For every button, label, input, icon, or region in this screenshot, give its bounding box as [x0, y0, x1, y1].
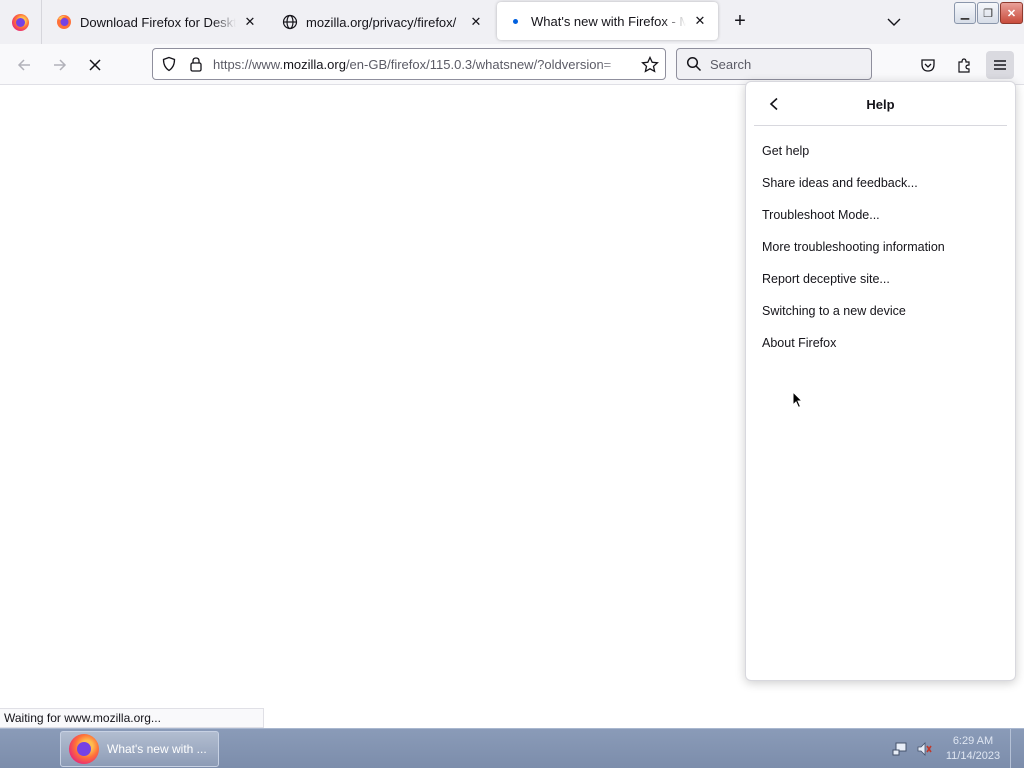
taskbar: What's new with ... 6:29 AM 11/14/2023: [0, 728, 1024, 768]
app-menu-hamburger-icon[interactable]: [986, 51, 1014, 79]
tab-close-icon[interactable]: ✕: [692, 13, 708, 29]
mouse-cursor-icon: [792, 390, 804, 409]
minimize-button[interactable]: ▁: [954, 2, 976, 24]
firefox-view-button[interactable]: [0, 0, 42, 44]
panel-title: Help: [866, 97, 895, 112]
maximize-button[interactable]: ❐: [977, 2, 999, 24]
tab-close-icon[interactable]: ✕: [468, 14, 484, 30]
stop-icon[interactable]: [82, 52, 108, 78]
search-input[interactable]: [710, 56, 860, 72]
url-text[interactable]: https://www.mozilla.org/en-GB/firefox/11…: [213, 57, 631, 72]
pocket-icon[interactable]: [914, 51, 942, 79]
menu-item-troubleshooting-info[interactable]: More troubleshooting information: [746, 231, 1015, 263]
bookmark-star-icon[interactable]: [641, 55, 659, 73]
tab-title: mozilla.org/privacy/firefox/: [306, 14, 457, 30]
menu-item-share-feedback[interactable]: Share ideas and feedback...: [746, 167, 1015, 199]
tab-title: Download Firefox for Desktop — Fi: [80, 14, 236, 30]
volume-muted-icon[interactable]: [916, 741, 932, 757]
network-icon[interactable]: [892, 741, 908, 757]
extensions-icon[interactable]: [950, 51, 978, 79]
show-desktop-button[interactable]: [1010, 729, 1024, 768]
tab-whats-new-active[interactable]: What's new with Firefox - More ✕: [497, 2, 718, 40]
clock-time: 6:29 AM: [952, 735, 994, 747]
help-menu-panel: Help Get help Share ideas and feedback..…: [745, 81, 1016, 681]
status-panel: Waiting for www.mozilla.org...: [0, 708, 264, 728]
menu-item-switch-device[interactable]: Switching to a new device: [746, 295, 1015, 327]
system-clock[interactable]: 6:29 AM 11/14/2023: [940, 734, 1006, 764]
search-icon: [686, 56, 702, 72]
firefox-icon: [12, 13, 29, 31]
firefox-icon: [69, 734, 99, 764]
menu-item-get-help[interactable]: Get help: [746, 135, 1015, 167]
taskbar-item-label: What's new with ...: [107, 742, 207, 756]
tab-title: What's new with Firefox - More: [531, 13, 686, 29]
navigation-toolbar: https://www.mozilla.org/en-GB/firefox/11…: [0, 44, 1024, 85]
clock-date: 11/14/2023: [945, 750, 1001, 762]
address-bar[interactable]: https://www.mozilla.org/en-GB/firefox/11…: [152, 48, 666, 80]
tab-close-icon[interactable]: ✕: [242, 14, 258, 30]
forward-icon[interactable]: [47, 52, 73, 78]
lock-icon[interactable]: [189, 56, 203, 72]
search-bar[interactable]: [676, 48, 872, 80]
globe-icon: [282, 14, 298, 30]
close-window-button[interactable]: ✕: [1000, 2, 1023, 24]
loading-dot-icon: [507, 13, 523, 29]
tab-download-firefox[interactable]: Download Firefox for Desktop — Fi ✕: [46, 0, 268, 44]
panel-header: Help: [754, 82, 1007, 126]
tab-strip: Download Firefox for Desktop — Fi ✕ mozi…: [0, 0, 1024, 44]
help-menu-list: Get help Share ideas and feedback... Tro…: [746, 126, 1015, 359]
menu-item-troubleshoot-mode[interactable]: Troubleshoot Mode...: [746, 199, 1015, 231]
tab-privacy-firefox[interactable]: mozilla.org/privacy/firefox/ ✕: [272, 0, 494, 44]
list-all-tabs-icon[interactable]: [885, 14, 903, 30]
menu-item-about-firefox[interactable]: About Firefox: [746, 327, 1015, 359]
back-icon[interactable]: [11, 52, 37, 78]
firefox-icon: [56, 14, 72, 30]
menu-item-report-deceptive-site[interactable]: Report deceptive site...: [746, 263, 1015, 295]
taskbar-firefox-item[interactable]: What's new with ...: [60, 731, 219, 767]
new-tab-button[interactable]: +: [730, 11, 750, 33]
tracking-protection-shield-icon[interactable]: [161, 56, 177, 72]
